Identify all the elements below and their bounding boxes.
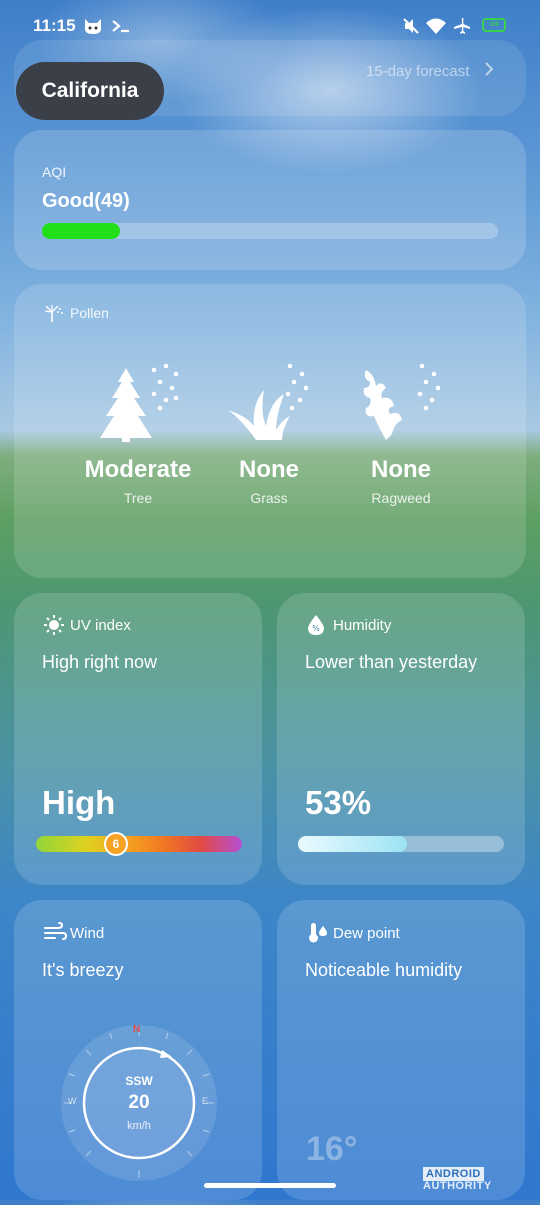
wifi-icon bbox=[424, 16, 448, 36]
pollen-grass-level: None bbox=[239, 456, 299, 483]
home-indicator[interactable] bbox=[204, 1183, 336, 1188]
mute-icon bbox=[400, 16, 422, 36]
uv-scale-bar bbox=[36, 836, 242, 852]
wind-compass bbox=[60, 1024, 218, 1205]
cat-app-icon bbox=[82, 16, 104, 36]
terminal-icon bbox=[110, 16, 132, 36]
forecast-link[interactable]: 15-day forecast bbox=[366, 62, 494, 80]
humidity-label: Humidity bbox=[333, 617, 392, 634]
pollen-grass: None Grass bbox=[199, 456, 339, 506]
aqi-level-bar bbox=[42, 223, 120, 239]
wind-label: Wind bbox=[70, 925, 105, 942]
wind-unit: km/h bbox=[127, 1120, 151, 1132]
wind-direction: SSW bbox=[125, 1074, 153, 1088]
uv-index-marker: 6 bbox=[104, 832, 128, 856]
compass-north: N bbox=[133, 1024, 141, 1035]
aqi-value: Good(49) bbox=[42, 190, 130, 212]
humidity-level-bar bbox=[298, 836, 407, 852]
chevron-right-icon bbox=[484, 62, 494, 80]
aqi-label: AQI bbox=[42, 164, 67, 180]
uv-label: UV index bbox=[70, 617, 131, 634]
ragweed-pollen-icon bbox=[356, 360, 448, 449]
watermark-rest: AUTHORITY bbox=[423, 1180, 492, 1192]
dew-point-label: Dew point bbox=[333, 925, 400, 942]
pollen-ragweed: None Ragweed bbox=[331, 456, 471, 506]
watermark: ANDROID AUTHORITY bbox=[423, 1167, 540, 1192]
tree-pollen-icon bbox=[96, 360, 186, 449]
dew-point-description: Noticeable humidity bbox=[305, 960, 463, 980]
pollen-label: Pollen bbox=[70, 305, 109, 321]
humidity-value: 53% bbox=[305, 784, 372, 821]
water-drop-icon: % bbox=[306, 614, 326, 641]
uv-value: High bbox=[42, 784, 116, 821]
pollen-icon bbox=[44, 304, 64, 327]
pollen-tree: Moderate Tree bbox=[68, 456, 208, 506]
sun-icon bbox=[43, 614, 65, 641]
pollen-grass-name: Grass bbox=[250, 490, 288, 506]
wind-icon bbox=[43, 922, 68, 947]
uv-description: High right now bbox=[42, 652, 158, 672]
pollen-ragweed-level: None bbox=[371, 456, 431, 483]
wind-speed: 20 bbox=[128, 1092, 150, 1113]
watermark-box: ANDROID bbox=[423, 1167, 484, 1181]
dew-point-value: 16° bbox=[306, 1130, 358, 1168]
svg-text:%: % bbox=[312, 624, 320, 633]
forecast-link-label: 15-day forecast bbox=[366, 63, 470, 80]
grass-pollen-icon bbox=[224, 360, 316, 449]
humidity-description: Lower than yesterday bbox=[305, 652, 478, 672]
compass-west: W bbox=[68, 1096, 77, 1106]
pollen-tree-name: Tree bbox=[123, 490, 153, 506]
battery-icon: 100 bbox=[482, 18, 506, 32]
pollen-ragweed-name: Ragweed bbox=[371, 490, 431, 506]
airplane-icon bbox=[451, 16, 473, 36]
pollen-tree-level: Moderate bbox=[84, 456, 192, 483]
status-time: 11:15 bbox=[33, 16, 76, 35]
thermometer-icon bbox=[306, 922, 330, 949]
wind-description: It's breezy bbox=[42, 960, 124, 980]
location-pill[interactable]: California bbox=[16, 62, 164, 120]
compass-east: E bbox=[202, 1096, 209, 1106]
